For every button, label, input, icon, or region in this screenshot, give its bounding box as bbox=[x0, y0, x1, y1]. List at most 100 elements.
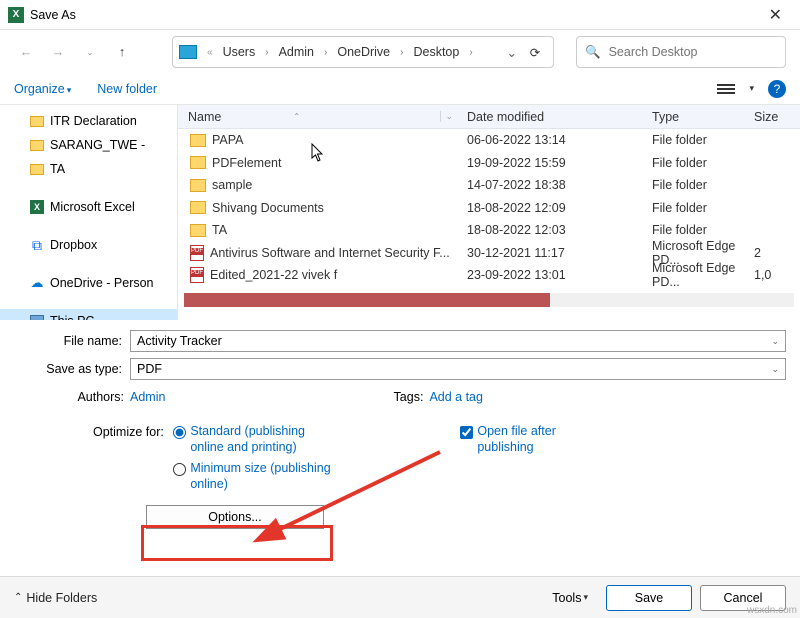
optimize-minimum-radio[interactable]: Minimum size (publishing online) bbox=[173, 461, 340, 492]
radio-label: Standard (publishing online and printing… bbox=[190, 424, 340, 455]
checkbox-label: Open file after publishing bbox=[477, 424, 597, 455]
search-icon: 🔍 bbox=[585, 45, 601, 60]
chevron-right-icon: › bbox=[465, 47, 476, 58]
footer: ⌃ Hide Folders Tools ▾ Save Cancel bbox=[0, 576, 800, 618]
up-button[interactable]: ↑ bbox=[110, 40, 134, 64]
radio-input[interactable] bbox=[173, 426, 186, 439]
radio-label: Minimum size (publishing online) bbox=[190, 461, 340, 492]
file-size: 1,0 bbox=[744, 268, 800, 282]
col-type[interactable]: Type bbox=[642, 110, 744, 124]
tree-item-onedrive[interactable]: ☁ OneDrive - Person bbox=[0, 271, 177, 295]
horizontal-scrollbar[interactable] bbox=[184, 293, 794, 307]
back-button[interactable]: ← bbox=[14, 40, 38, 64]
sidebar-tree[interactable]: ITR Declaration SARANG_TWE - TA X Microso… bbox=[0, 105, 178, 320]
col-dropdown-icon[interactable]: ⌄ bbox=[440, 111, 453, 122]
tree-label: SARANG_TWE - bbox=[50, 138, 145, 152]
optimize-standard-radio[interactable]: Standard (publishing online and printing… bbox=[173, 424, 340, 455]
chevron-right-icon: › bbox=[320, 47, 331, 58]
breadcrumb-desktop[interactable]: Desktop bbox=[413, 45, 459, 59]
tree-item-this-pc[interactable]: This PC bbox=[0, 309, 177, 320]
file-row[interactable]: Edited_2021-22 vivek f23-09-2022 13:01Mi… bbox=[178, 264, 800, 287]
filename-input[interactable]: Activity Tracker⌄ bbox=[130, 330, 786, 352]
titlebar: X Save As ✕ bbox=[0, 0, 800, 30]
address-dropdown[interactable]: ⌄ bbox=[507, 45, 517, 60]
file-name: TA bbox=[212, 223, 227, 237]
recent-dropdown[interactable]: ⌄ bbox=[78, 40, 102, 64]
drive-icon bbox=[179, 45, 197, 59]
folder-icon bbox=[190, 156, 206, 169]
file-name: PDFelement bbox=[212, 156, 281, 170]
view-dropdown[interactable]: ▾ bbox=[749, 83, 754, 94]
content-area: ITR Declaration SARANG_TWE - TA X Microso… bbox=[0, 104, 800, 320]
file-name: Edited_2021-22 vivek f bbox=[210, 268, 337, 282]
chevron-down-icon: ▾ bbox=[583, 592, 588, 603]
file-type: Microsoft Edge PD... bbox=[642, 261, 744, 289]
breadcrumb-overflow[interactable]: « bbox=[203, 47, 217, 58]
file-type: File folder bbox=[642, 133, 744, 147]
tags-value[interactable]: Add a tag bbox=[429, 390, 483, 404]
tree-item-folder[interactable]: SARANG_TWE - bbox=[0, 133, 177, 157]
organize-menu[interactable]: Organize▾ bbox=[14, 82, 71, 96]
pdf-icon bbox=[190, 267, 204, 283]
breadcrumb-onedrive[interactable]: OneDrive bbox=[337, 45, 390, 59]
file-row[interactable]: PAPA06-06-2022 13:14File folder bbox=[178, 129, 800, 152]
dropbox-icon: ⧉ bbox=[30, 238, 44, 252]
help-button[interactable]: ? bbox=[768, 80, 786, 98]
navbar: ← → ⌄ ↑ « Users › Admin › OneDrive › Des… bbox=[0, 30, 800, 74]
view-mode-button[interactable] bbox=[717, 84, 735, 94]
tree-item-excel[interactable]: X Microsoft Excel bbox=[0, 195, 177, 219]
breadcrumb-users[interactable]: Users bbox=[223, 45, 256, 59]
authors-value[interactable]: Admin bbox=[130, 390, 165, 404]
saveastype-dropdown[interactable]: PDF⌄ bbox=[130, 358, 786, 380]
file-date: 19-09-2022 15:59 bbox=[457, 156, 642, 170]
close-button[interactable]: ✕ bbox=[759, 5, 792, 25]
filename-label: File name: bbox=[0, 334, 130, 348]
file-type: File folder bbox=[642, 156, 744, 170]
hide-folders-button[interactable]: ⌃ Hide Folders bbox=[14, 591, 97, 605]
tree-label: Microsoft Excel bbox=[50, 200, 135, 214]
chevron-down-icon[interactable]: ⌄ bbox=[771, 364, 779, 375]
col-size[interactable]: Size bbox=[744, 110, 800, 124]
file-list: Name⌃⌄ Date modified Type Size PAPA06-06… bbox=[178, 105, 800, 320]
cloud-icon: ☁ bbox=[30, 276, 44, 290]
pdf-icon bbox=[190, 245, 204, 261]
options-button[interactable]: Options... bbox=[146, 505, 324, 529]
excel-icon: X bbox=[30, 200, 44, 214]
address-bar[interactable]: « Users › Admin › OneDrive › Desktop › ⌄… bbox=[172, 36, 554, 68]
file-size: 2 bbox=[744, 246, 800, 260]
chevron-down-icon[interactable]: ⌄ bbox=[771, 336, 779, 347]
save-button[interactable]: Save bbox=[606, 585, 692, 611]
file-row[interactable]: sample14-07-2022 18:38File folder bbox=[178, 174, 800, 197]
col-date[interactable]: Date modified bbox=[457, 110, 642, 124]
tree-item-folder[interactable]: ITR Declaration bbox=[0, 109, 177, 133]
breadcrumb-admin[interactable]: Admin bbox=[279, 45, 314, 59]
file-name: PAPA bbox=[212, 133, 244, 147]
file-date: 18-08-2022 12:09 bbox=[457, 201, 642, 215]
file-row[interactable]: Shivang Documents18-08-2022 12:09File fo… bbox=[178, 197, 800, 220]
authors-label: Authors: bbox=[0, 390, 130, 404]
radio-input[interactable] bbox=[173, 463, 186, 476]
file-date: 14-07-2022 18:38 bbox=[457, 178, 642, 192]
refresh-button[interactable]: ⟳ bbox=[523, 45, 547, 60]
sort-indicator-icon: ⌃ bbox=[293, 112, 300, 121]
forward-button: → bbox=[46, 40, 70, 64]
folder-icon bbox=[190, 179, 206, 192]
form-area: File name: Activity Tracker⌄ Save as typ… bbox=[0, 320, 800, 529]
chevron-up-icon: ⌃ bbox=[14, 592, 22, 603]
file-name: Antivirus Software and Internet Security… bbox=[210, 246, 450, 260]
search-box[interactable]: 🔍 bbox=[576, 36, 786, 68]
tools-menu[interactable]: Tools ▾ bbox=[552, 591, 598, 605]
watermark: wsxdn.com bbox=[747, 605, 797, 616]
pc-icon bbox=[30, 315, 44, 320]
tree-item-dropbox[interactable]: ⧉Dropbox bbox=[0, 233, 177, 257]
checkbox-input[interactable] bbox=[460, 426, 473, 439]
col-name[interactable]: Name⌃⌄ bbox=[178, 110, 457, 124]
toolbar: Organize▾ New folder ▾ ? bbox=[0, 74, 800, 104]
window-title: Save As bbox=[30, 8, 759, 22]
new-folder-button[interactable]: New folder bbox=[97, 82, 157, 96]
tree-label: OneDrive - Person bbox=[50, 276, 154, 290]
file-row[interactable]: PDFelement 19-09-2022 15:59File folder bbox=[178, 152, 800, 175]
open-after-checkbox[interactable]: Open file after publishing bbox=[460, 424, 597, 455]
search-input[interactable] bbox=[607, 44, 777, 60]
tree-item-folder[interactable]: TA bbox=[0, 157, 177, 181]
